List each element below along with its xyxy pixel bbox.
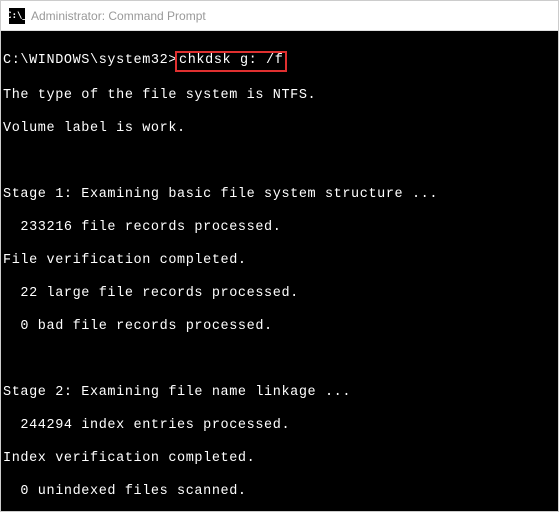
output-line: Index verification completed.: [3, 451, 556, 467]
title-bar[interactable]: C:\_ Administrator: Command Prompt: [1, 1, 558, 31]
output-line: Stage 1: Examining basic file system str…: [3, 187, 556, 203]
highlighted-command: chkdsk g: /f: [175, 51, 287, 71]
output-line: File verification completed.: [3, 253, 556, 269]
terminal-output[interactable]: C:\WINDOWS\system32>chkdsk g: /f The typ…: [1, 31, 558, 511]
output-line: The type of the file system is NTFS.: [3, 88, 556, 104]
prompt-line: C:\WINDOWS\system32>chkdsk g: /f: [3, 53, 287, 68]
command-prompt-window: C:\_ Administrator: Command Prompt C:\WI…: [0, 0, 559, 512]
output-line: 233216 file records processed.: [3, 220, 556, 236]
output-blank: [3, 154, 556, 170]
prompt-path: C:\WINDOWS\system32>: [3, 53, 177, 68]
output-line: 244294 index entries processed.: [3, 418, 556, 434]
window-title: Administrator: Command Prompt: [31, 9, 206, 23]
output-line: Stage 2: Examining file name linkage ...: [3, 385, 556, 401]
output-blank: [3, 352, 556, 368]
output-line: 22 large file records processed.: [3, 286, 556, 302]
output-line: 0 unindexed files scanned.: [3, 484, 556, 500]
output-line: Volume label is work.: [3, 121, 556, 137]
output-line: 0 bad file records processed.: [3, 319, 556, 335]
cmd-icon: C:\_: [9, 8, 25, 24]
